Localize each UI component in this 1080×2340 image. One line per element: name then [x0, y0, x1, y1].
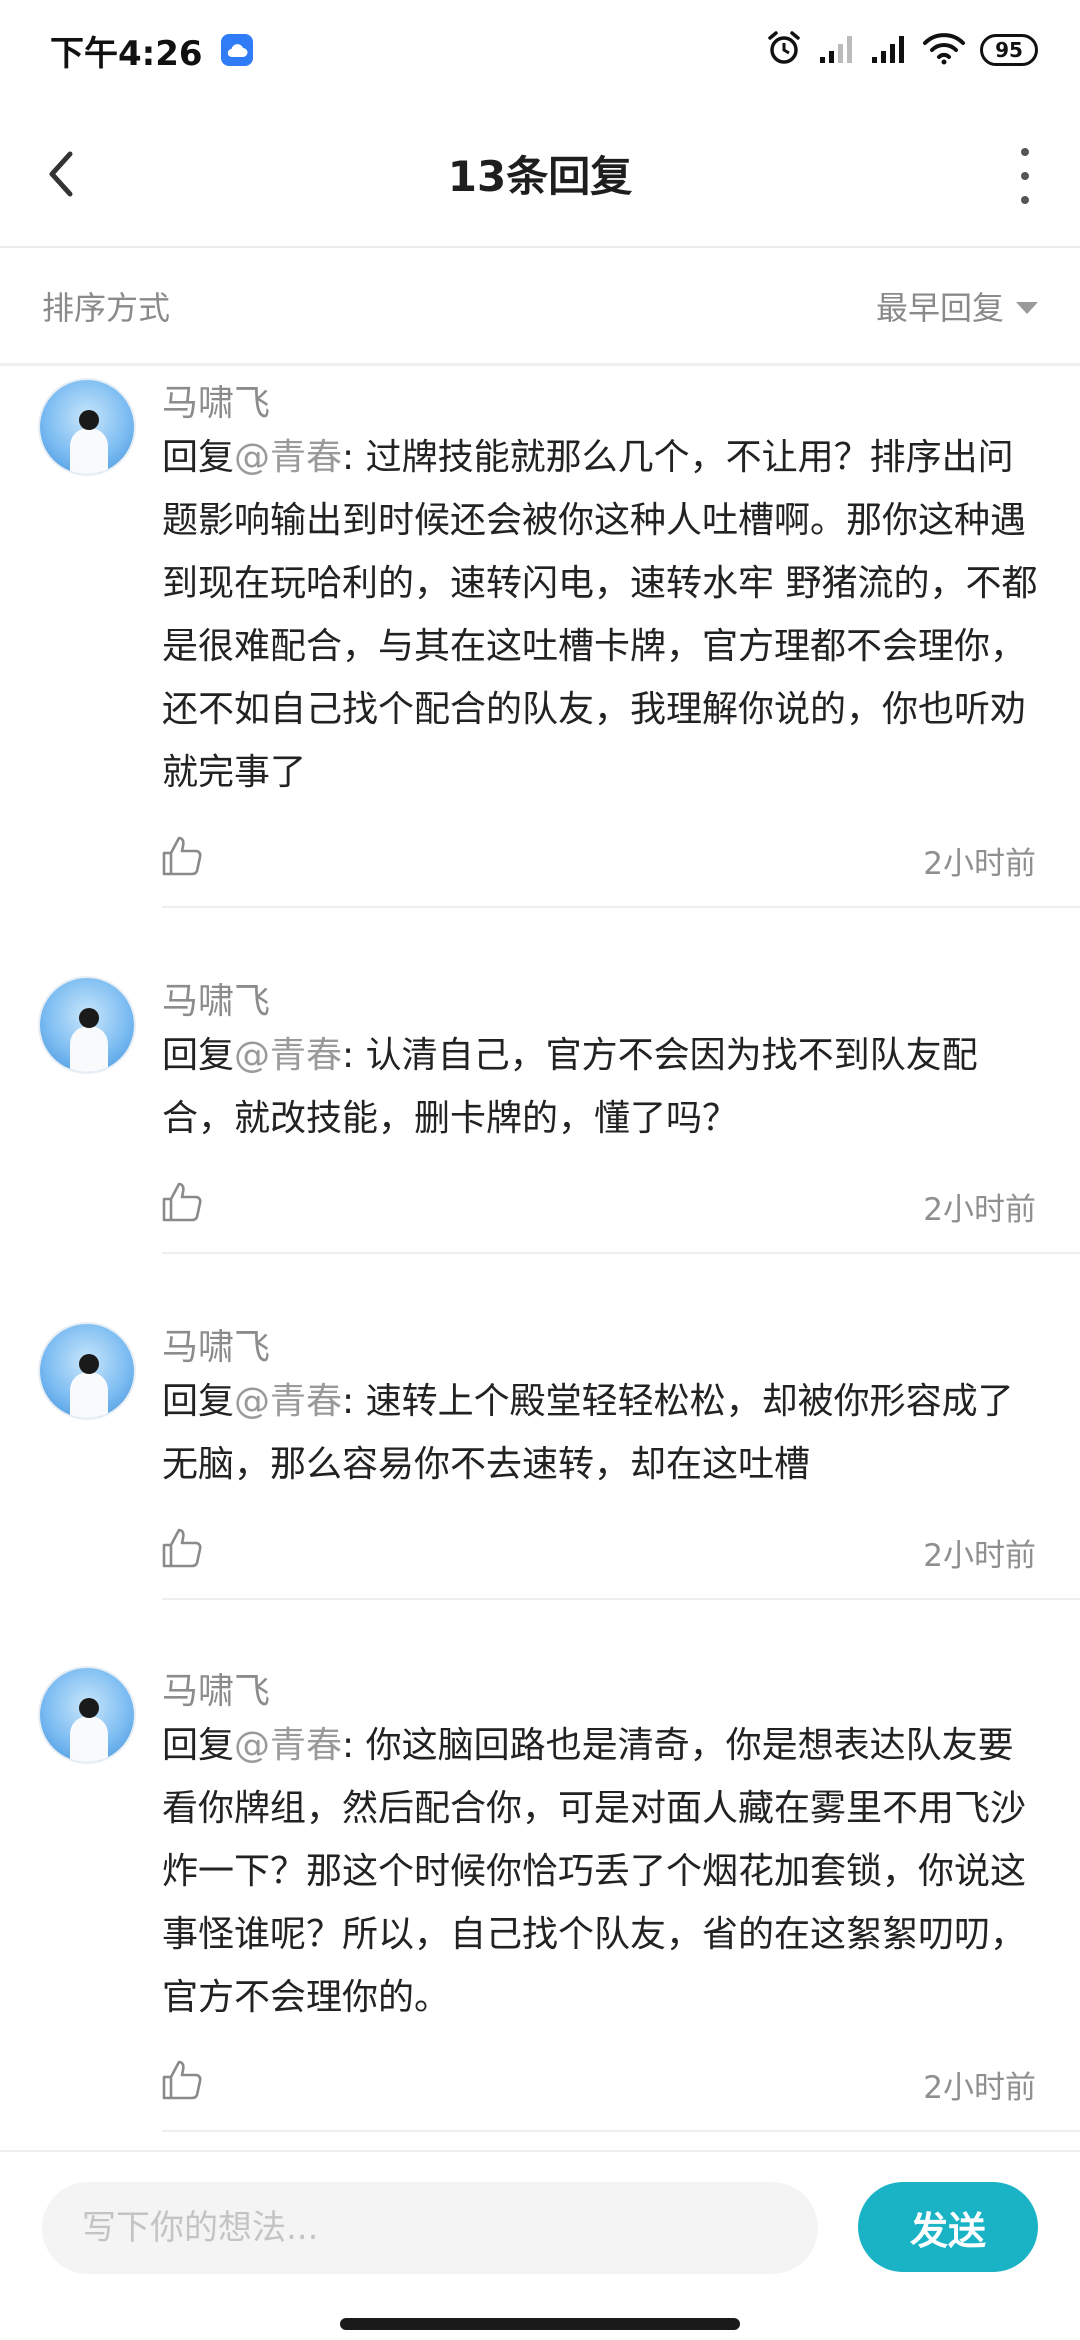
comment-text: : 你这脑回路也是清奇，你是想表达队友要看你牌组，然后配合你，可是对面人藏在雾里…: [162, 1725, 1027, 2018]
sort-dropdown[interactable]: 最早回复: [876, 283, 1038, 329]
comment-item: 马啸飞 回复@青春: 速转上个殿堂轻轻松松，却被你形容成了无脑，那么容易你不去速…: [0, 1310, 1080, 1600]
comment-item: 马啸飞 回复@青春: 你这脑回路也是清奇，你是想表达队友要看你牌组，然后配合你，…: [0, 1656, 1080, 2136]
comment-body: 回复@青春: 你这脑回路也是清奇，你是想表达队友要看你牌组，然后配合你，可是对面…: [162, 1714, 1042, 2029]
header: 13条回复: [0, 100, 1080, 248]
battery-indicator: 95: [980, 34, 1038, 66]
reply-input[interactable]: [42, 2182, 818, 2274]
thumbs-up-icon: [162, 836, 202, 876]
reply-prefix: 回复: [162, 437, 235, 478]
avatar-head: [79, 1698, 99, 1718]
status-time: 下午4:26: [50, 33, 203, 74]
mention-link[interactable]: @青春: [234, 1725, 342, 1766]
wifi-icon: [922, 31, 966, 69]
cloud-notification-icon: [220, 34, 253, 66]
comment-username[interactable]: 马啸飞: [162, 374, 270, 426]
more-dot: [1021, 196, 1029, 204]
home-indicator[interactable]: [340, 2318, 740, 2330]
like-button[interactable]: [160, 2058, 204, 2102]
comment-username[interactable]: 马啸飞: [162, 1662, 270, 1714]
reply-prefix: 回复: [162, 1725, 235, 1766]
thumbs-up-icon: [162, 1528, 202, 1568]
status-left: 下午4:26: [50, 26, 253, 75]
avatar-figure: [70, 428, 108, 474]
thumbs-up-icon: [162, 2060, 202, 2100]
avatar-figure: [70, 1716, 108, 1762]
chevron-left-icon: [49, 151, 73, 197]
comment-timestamp: 2小时前: [923, 1538, 1036, 1574]
avatar-head: [79, 1354, 99, 1374]
comment-body: 回复@青春: 认清自己，官方不会因为找不到队友配合，就改技能，删卡牌的，懂了吗？: [162, 1024, 1042, 1150]
like-button[interactable]: [160, 1180, 204, 1224]
reply-prefix: 回复: [162, 1035, 235, 1076]
more-vertical-icon: [1021, 148, 1029, 156]
page-title: 13条回复: [447, 151, 633, 201]
back-button[interactable]: [38, 144, 90, 204]
comment-timestamp: 2小时前: [923, 1192, 1036, 1228]
avatar[interactable]: [40, 380, 134, 474]
more-dot: [1021, 172, 1029, 180]
avatar-head: [79, 410, 99, 430]
avatar[interactable]: [40, 978, 134, 1072]
avatar-figure: [70, 1026, 108, 1072]
comment-text: : 过牌技能就那么几个，不让用？排序出问题影响输出到时候还会被你这种人吐槽啊。那…: [162, 437, 1038, 793]
send-button[interactable]: 发送: [858, 2182, 1038, 2272]
signal-strong-icon: [870, 31, 908, 69]
comment-body: 回复@青春: 速转上个殿堂轻轻松松，却被你形容成了无脑，那么容易你不去速转，却在…: [162, 1370, 1042, 1496]
like-button[interactable]: [160, 834, 204, 878]
divider: [162, 1598, 1080, 1600]
avatar-figure: [70, 1372, 108, 1418]
alarm-icon: [764, 28, 804, 72]
status-right: 95: [764, 28, 1038, 72]
divider: [162, 1252, 1080, 1254]
avatar[interactable]: [40, 1668, 134, 1762]
sort-bar: 排序方式 最早回复: [0, 248, 1080, 366]
reply-prefix: 回复: [162, 1381, 235, 1422]
comment-body: 回复@青春: 过牌技能就那么几个，不让用？排序出问题影响输出到时候还会被你这种人…: [162, 426, 1042, 804]
thumbs-up-icon: [162, 1182, 202, 1222]
replies-screen: 下午4:26 95 13条回复 排序方式 最早回复 马啸飞 回复@青春: 过牌技…: [0, 0, 1080, 2340]
comment-timestamp: 2小时前: [923, 2070, 1036, 2106]
mention-link[interactable]: @青春: [234, 1035, 342, 1076]
sort-selected-value: 最早回复: [875, 288, 1004, 327]
avatar-head: [79, 1008, 99, 1028]
comment-item: 马啸飞 回复@青春: 认清自己，官方不会因为找不到队友配合，就改技能，删卡牌的，…: [0, 966, 1080, 1256]
more-options-button[interactable]: [1010, 148, 1040, 204]
sort-label: 排序方式: [42, 288, 171, 327]
divider: [162, 906, 1080, 908]
caret-down-icon: [1016, 301, 1038, 314]
divider: [162, 2130, 1080, 2132]
mention-link[interactable]: @青春: [234, 1381, 342, 1422]
comment-username[interactable]: 马啸飞: [162, 972, 270, 1024]
status-bar: 下午4:26 95: [0, 0, 1080, 100]
comment-username[interactable]: 马啸飞: [162, 1318, 270, 1370]
reply-composer: 发送: [0, 2150, 1080, 2302]
mention-link[interactable]: @青春: [234, 437, 342, 478]
comment-timestamp: 2小时前: [923, 846, 1036, 882]
avatar[interactable]: [40, 1324, 134, 1418]
signal-weak-icon: [818, 31, 856, 69]
like-button[interactable]: [160, 1526, 204, 1570]
comment-item: 马啸飞 回复@青春: 过牌技能就那么几个，不让用？排序出问题影响输出到时候还会被…: [0, 366, 1080, 908]
